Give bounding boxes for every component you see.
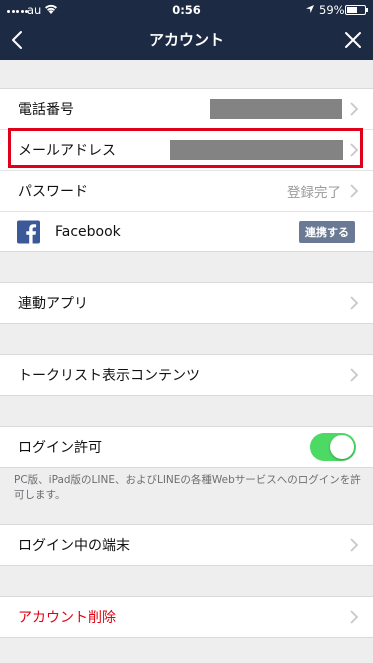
chevron-left-icon[interactable]: [6, 28, 30, 52]
battery-level-fill: [347, 7, 357, 13]
facebook-link-button[interactable]: 連携する: [299, 221, 355, 243]
password-row[interactable]: パスワード 登録完了: [0, 171, 373, 211]
email-highlight-frame: [8, 128, 363, 168]
chevron-right-icon: [350, 368, 358, 382]
chevron-right-icon: [350, 296, 358, 310]
toggle-knob: [330, 435, 354, 459]
phone-row[interactable]: 電話番号: [0, 89, 373, 129]
battery-icon: [345, 5, 368, 15]
location-arrow-icon: [305, 3, 315, 17]
facebook-label: Facebook: [55, 224, 121, 240]
delete-account-row[interactable]: アカウント削除: [0, 596, 373, 638]
password-status: 登録完了: [287, 185, 341, 201]
talk-list-content-label: トークリスト表示コンテンツ: [18, 368, 200, 384]
login-permission-row: ログイン許可: [0, 426, 373, 468]
facebook-row: Facebook 連携する: [0, 212, 373, 252]
login-permission-toggle[interactable]: [310, 433, 356, 461]
account-group: 電話番号 メールアドレス パスワード 登録完了 Facebook 連携する: [0, 88, 373, 252]
status-bar: au 0:56 59%: [0, 0, 373, 20]
chevron-right-icon: [350, 102, 358, 116]
logged-in-devices-row[interactable]: ログイン中の端末: [0, 524, 373, 566]
phone-value-redacted: [210, 99, 342, 119]
login-permission-note: PC版、iPad版のLINE、およびLINEの各種Webサービスへのログインを許…: [14, 474, 361, 501]
linked-apps-label: 連動アプリ: [18, 296, 88, 312]
password-label: パスワード: [18, 184, 88, 200]
linked-apps-row[interactable]: 連動アプリ: [0, 282, 373, 324]
battery-percent: 59%: [319, 3, 345, 17]
facebook-icon: [17, 220, 40, 244]
logged-in-devices-label: ログイン中の端末: [18, 538, 130, 554]
chevron-right-icon: [350, 610, 358, 624]
delete-account-label: アカウント削除: [18, 610, 116, 626]
close-icon[interactable]: [341, 28, 365, 52]
clock: 0:56: [172, 3, 201, 17]
chevron-right-icon: [350, 538, 358, 552]
login-permission-label: ログイン許可: [18, 440, 102, 456]
nav-bar: アカウント: [0, 20, 373, 60]
talk-list-content-row[interactable]: トークリスト表示コンテンツ: [0, 354, 373, 396]
chevron-right-icon: [350, 184, 358, 198]
phone-label: 電話番号: [18, 102, 74, 118]
page-title: アカウント: [148, 31, 224, 49]
